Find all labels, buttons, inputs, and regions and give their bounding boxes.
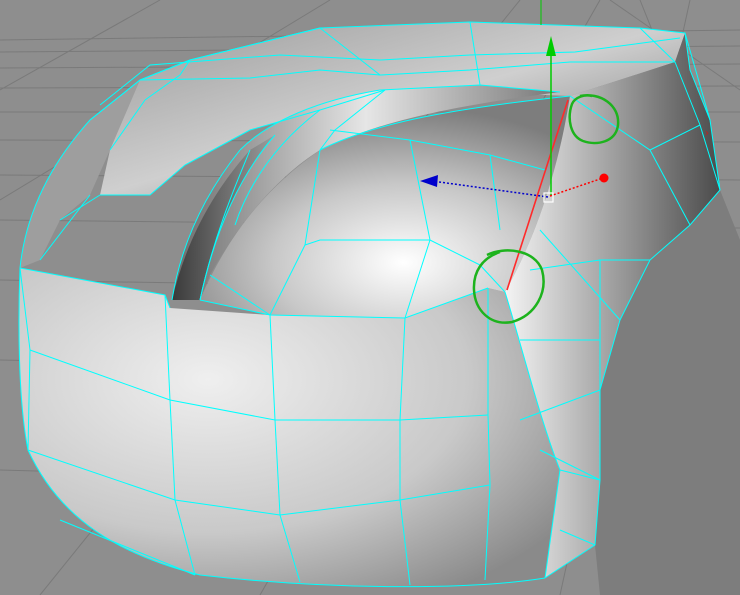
x-axis-handle-tip[interactable] xyxy=(599,173,609,183)
viewport-canvas[interactable]: › xyxy=(0,0,740,595)
edge-marker-glyph: › xyxy=(705,128,709,139)
perspective-viewport[interactable]: › xyxy=(0,0,740,595)
subdivision-surface-mesh[interactable] xyxy=(18,22,740,595)
